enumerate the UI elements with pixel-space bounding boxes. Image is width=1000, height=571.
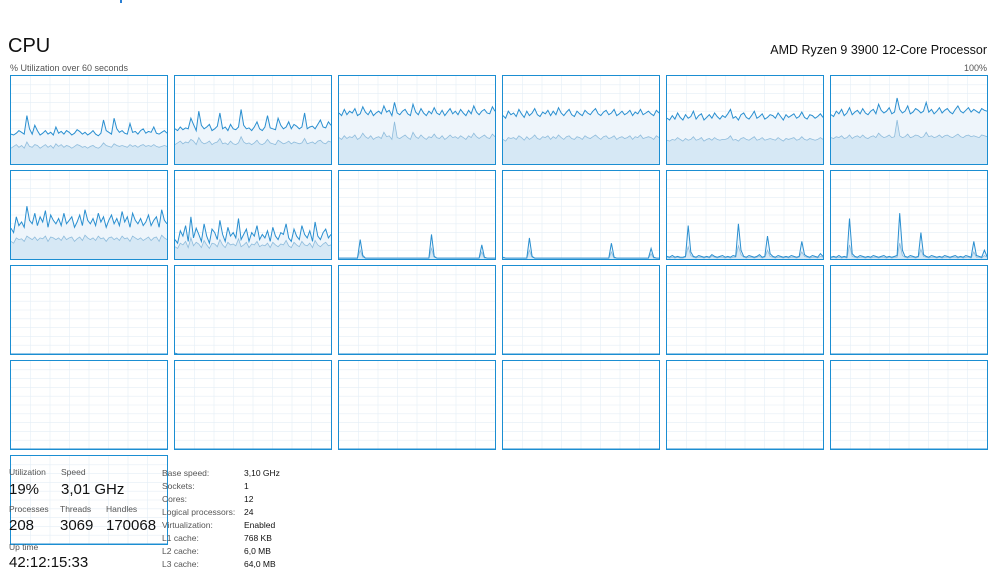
top-scroll-indicator <box>120 0 122 3</box>
core-graph-svg <box>175 361 331 449</box>
core-graph-15[interactable] <box>502 265 660 355</box>
core-graph-17[interactable] <box>830 265 988 355</box>
speed-label: Speed <box>61 467 86 477</box>
core-graph-1[interactable] <box>174 75 332 165</box>
handles-value: 170068 <box>106 517 157 534</box>
graph-caption: % Utilization over 60 seconds <box>10 63 129 73</box>
core-graph-5[interactable] <box>830 75 988 165</box>
core-graph-svg <box>667 361 823 449</box>
core-graph-8[interactable] <box>338 170 496 260</box>
core-graph-12[interactable] <box>10 265 168 355</box>
threads-label: Threads <box>60 504 92 514</box>
utilization-value: 19% <box>9 481 40 498</box>
graph-max-label: 100% <box>963 63 987 73</box>
core-graph-svg <box>667 76 823 164</box>
core-graph-10[interactable] <box>666 170 824 260</box>
core-graph-svg <box>339 76 495 164</box>
spec-value: 64,0 MB <box>244 559 276 569</box>
core-graph-svg <box>339 171 495 259</box>
core-graph-svg <box>503 361 659 449</box>
core-graph-svg <box>11 171 167 259</box>
core-graph-svg <box>11 266 167 354</box>
spec-value: 768 KB <box>244 533 272 543</box>
core-graph-svg <box>831 361 987 449</box>
core-graph-2[interactable] <box>338 75 496 165</box>
core-graph-svg <box>831 266 987 354</box>
core-graph-svg <box>667 171 823 259</box>
spec-label: L3 cache: <box>162 559 199 569</box>
core-graph-0[interactable] <box>10 75 168 165</box>
core-graph-svg <box>175 266 331 354</box>
spec-label: Logical processors: <box>162 507 236 517</box>
spec-label: Cores: <box>162 494 188 504</box>
core-graph-7[interactable] <box>174 170 332 260</box>
handles-label: Handles <box>106 504 138 514</box>
uptime-value: 42:12:15:33 <box>9 554 89 571</box>
core-graph-19[interactable] <box>174 360 332 450</box>
core-graph-22[interactable] <box>666 360 824 450</box>
core-graph-svg <box>175 76 331 164</box>
spec-label: L2 cache: <box>162 546 199 556</box>
core-graph-svg <box>11 76 167 164</box>
utilization-label: Utilization <box>9 467 46 477</box>
spec-value: 1 <box>244 481 249 491</box>
spec-label: L1 cache: <box>162 533 199 543</box>
threads-value: 3069 <box>60 517 94 534</box>
processes-label: Processes <box>9 504 49 514</box>
spec-value: 3,10 GHz <box>244 468 280 478</box>
core-graph-svg <box>339 361 495 449</box>
core-graph-11[interactable] <box>830 170 988 260</box>
page-title: CPU <box>8 35 51 57</box>
uptime-label: Up time <box>9 542 39 552</box>
core-graph-3[interactable] <box>502 75 660 165</box>
cpu-stats-panel: Utilization 19% Speed 3,01 GHz Processes… <box>9 467 489 571</box>
core-graph-svg <box>503 76 659 164</box>
core-graph-21[interactable] <box>502 360 660 450</box>
core-graph-svg <box>503 266 659 354</box>
spec-label: Virtualization: <box>162 520 213 530</box>
spec-value: 6,0 MB <box>244 546 271 556</box>
core-graph-20[interactable] <box>338 360 496 450</box>
spec-value: Enabled <box>244 520 276 530</box>
processes-value: 208 <box>9 517 35 534</box>
core-graph-svg <box>175 171 331 259</box>
core-graph-14[interactable] <box>338 265 496 355</box>
core-graph-9[interactable] <box>502 170 660 260</box>
core-graph-svg <box>503 171 659 259</box>
spec-label: Sockets: <box>162 481 195 491</box>
core-graph-13[interactable] <box>174 265 332 355</box>
core-graph-svg <box>11 361 167 449</box>
logical-processor-graph-grid[interactable] <box>10 75 988 545</box>
core-graph-4[interactable] <box>666 75 824 165</box>
core-graph-18[interactable] <box>10 360 168 450</box>
processor-name: AMD Ryzen 9 3900 12-Core Processor <box>770 43 987 57</box>
kernel-time-area <box>503 135 659 164</box>
spec-value: 24 <box>244 507 254 517</box>
core-graph-16[interactable] <box>666 265 824 355</box>
core-graph-svg <box>339 266 495 354</box>
spec-label: Base speed: <box>162 468 210 478</box>
core-graph-6[interactable] <box>10 170 168 260</box>
core-graph-23[interactable] <box>830 360 988 450</box>
speed-value: 3,01 GHz <box>61 481 125 498</box>
core-graph-svg <box>831 76 987 164</box>
kernel-time-area <box>667 135 823 164</box>
core-graph-svg <box>831 171 987 259</box>
core-graph-svg <box>667 266 823 354</box>
spec-value: 12 <box>244 494 254 504</box>
